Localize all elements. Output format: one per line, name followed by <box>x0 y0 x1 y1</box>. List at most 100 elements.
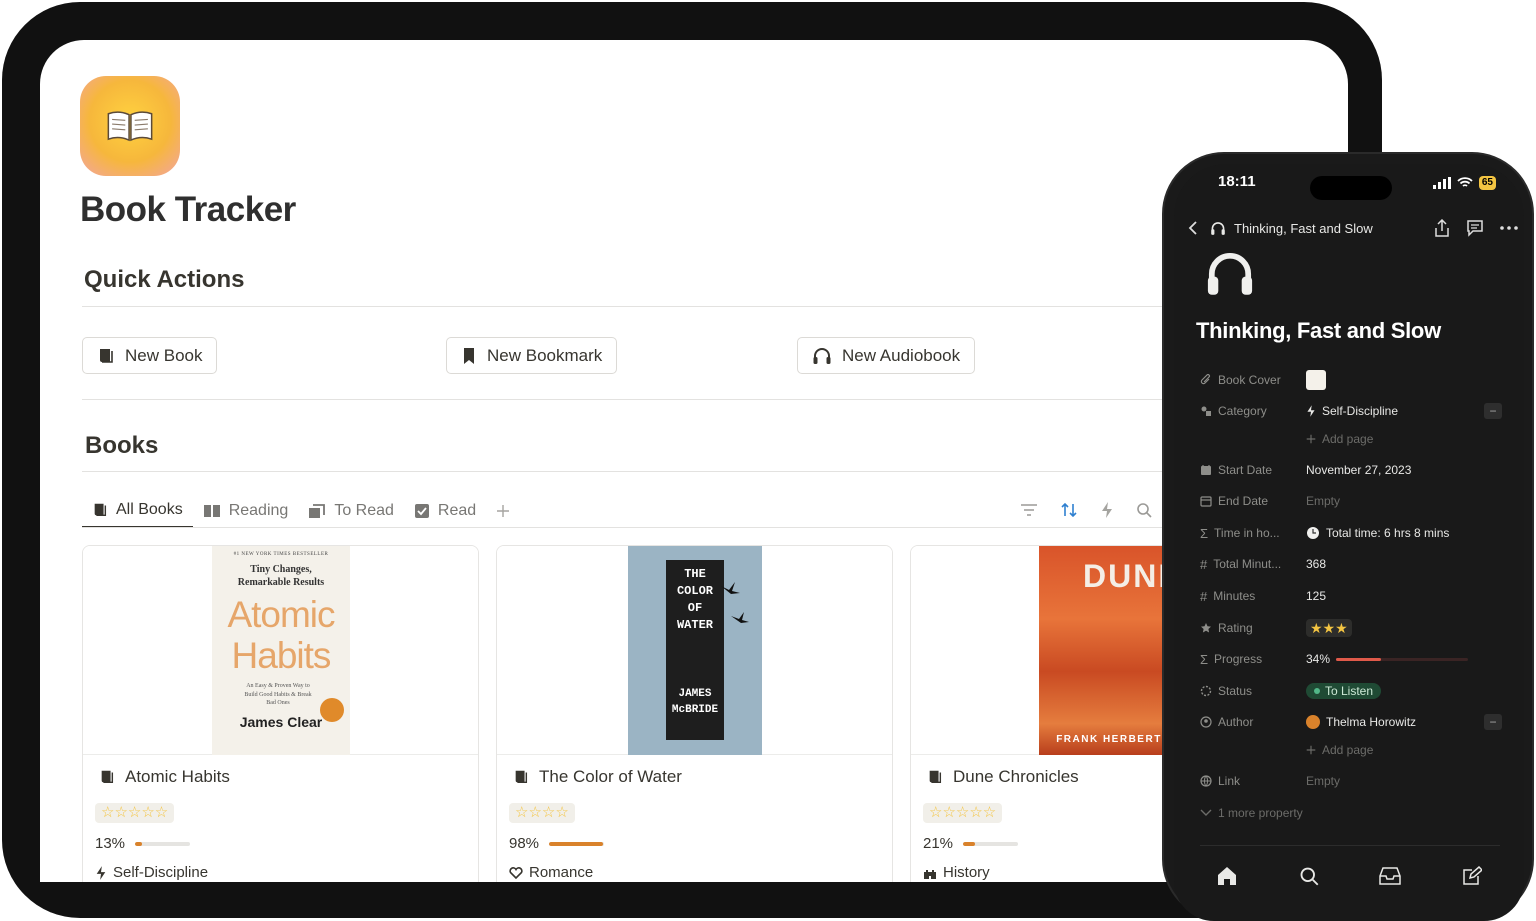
property-label: Category <box>1200 404 1306 418</box>
more-properties-label: 1 more property <box>1218 806 1303 820</box>
property-label: Σ Time in ho... <box>1200 526 1306 541</box>
more-icon[interactable] <box>1500 226 1518 230</box>
progress-fill <box>1336 657 1381 661</box>
property-label: Start Date <box>1200 463 1306 477</box>
new-audiobook-button[interactable]: New Audiobook <box>797 337 976 374</box>
status-bar-time: 18:11 <box>1218 173 1256 190</box>
property-book-cover[interactable]: Book Cover <box>1200 369 1510 391</box>
divider <box>82 471 1348 472</box>
total-minutes-value[interactable]: 368 <box>1306 557 1326 571</box>
remove-relation-button[interactable]: − <box>1484 403 1502 419</box>
property-rating[interactable]: Rating ★★★ <box>1200 617 1510 639</box>
author-value[interactable]: Thelma Horowitz <box>1326 715 1416 729</box>
minutes-value[interactable]: 125 <box>1306 589 1326 603</box>
clock-icon <box>1307 527 1319 539</box>
add-page-link[interactable]: Add page <box>1306 432 1373 446</box>
view-toolbar <box>1020 495 1152 525</box>
property-label-text: Minutes <box>1213 589 1256 603</box>
property-progress[interactable]: Σ Progress 34% <box>1200 648 1510 670</box>
new-bookmark-label: New Bookmark <box>487 345 603 365</box>
category-label: Romance <box>529 864 594 881</box>
chevron-down-icon <box>1200 809 1212 816</box>
home-icon[interactable] <box>1216 866 1238 886</box>
add-page-link[interactable]: Add page <box>1306 743 1373 757</box>
phone-tab-bar <box>1174 856 1524 896</box>
back-chevron-icon[interactable] <box>1188 220 1198 236</box>
book-card-atomic-habits[interactable]: #1 NEW YORK TIMES BESTSELLER Tiny Change… <box>82 545 479 882</box>
more-properties-toggle[interactable]: 1 more property <box>1200 802 1510 824</box>
remove-relation-button[interactable]: − <box>1484 714 1502 730</box>
status-badge[interactable]: To Listen <box>1306 683 1382 699</box>
category-value[interactable]: Self-Discipline <box>1322 404 1398 418</box>
tab-read[interactable]: Read <box>404 493 486 528</box>
sort-icon[interactable] <box>1060 502 1078 518</box>
property-total-minutes[interactable]: # Total Minut... 368 <box>1200 553 1510 575</box>
progress-fill <box>135 841 143 846</box>
compose-icon[interactable] <box>1462 866 1482 886</box>
property-minutes[interactable]: # Minutes 125 <box>1200 585 1510 607</box>
link-value[interactable]: Empty <box>1306 774 1340 788</box>
search-icon[interactable] <box>1299 866 1319 886</box>
property-end-date[interactable]: End Date Empty <box>1200 490 1510 512</box>
property-label-text: Status <box>1218 684 1253 698</box>
cover-author: FRANK HERBERT <box>1056 734 1162 745</box>
hash-icon: # <box>1200 556 1208 572</box>
book-cover-thumbnail[interactable] <box>1306 370 1326 390</box>
property-time-in-hours[interactable]: Σ Time in ho... Total time: 6 hrs 8 mins <box>1200 522 1510 544</box>
book-icon <box>101 770 114 784</box>
rating-value[interactable]: ★★★ <box>1306 619 1352 637</box>
category-add-page[interactable]: Add page <box>1200 428 1510 450</box>
start-date-value[interactable]: November 27, 2023 <box>1306 463 1411 477</box>
open-book-icon <box>107 111 153 142</box>
author-add-page[interactable]: Add page <box>1200 739 1510 761</box>
tab-all-books[interactable]: All Books <box>82 493 193 528</box>
book-icon <box>929 770 942 784</box>
calendar-icon <box>1200 496 1212 507</box>
plus-icon <box>1306 434 1316 444</box>
property-category[interactable]: Category Self-Discipline − <box>1200 400 1510 422</box>
property-label-text: Link <box>1218 774 1241 788</box>
card-category: Self-Discipline <box>95 864 208 881</box>
progress-text: 21% <box>923 835 954 852</box>
new-book-label: New Book <box>125 345 203 365</box>
bookmark-icon <box>464 347 474 364</box>
add-view-button[interactable] <box>486 493 520 528</box>
tab-to-read[interactable]: To Read <box>298 493 404 528</box>
end-date-value[interactable]: Empty <box>1306 494 1340 508</box>
share-icon[interactable] <box>1434 219 1450 237</box>
property-status[interactable]: Status To Listen <box>1200 680 1510 702</box>
property-label: Σ Progress <box>1200 652 1306 667</box>
filter-icon[interactable] <box>1020 503 1038 517</box>
comment-icon[interactable] <box>1466 219 1484 237</box>
card-title-row: Dune Chronicles <box>927 767 1079 787</box>
phone-nav-title: Thinking, Fast and Slow <box>1234 220 1373 236</box>
tablet-screen: Book Tracker Quick Actions New Book New … <box>40 40 1348 882</box>
property-link[interactable]: Link Empty <box>1200 770 1510 792</box>
card-progress: 98% <box>509 835 605 852</box>
book-card-the-color-of-water[interactable]: THE COLOR OF WATER JAMES McBRIDE The Col… <box>496 545 893 882</box>
quick-actions-heading: Quick Actions <box>84 266 245 293</box>
headphones-icon <box>1207 253 1253 295</box>
star-icon <box>1201 623 1211 633</box>
progress-bar <box>549 841 605 846</box>
status-text: To Listen <box>1325 684 1374 698</box>
dynamic-island <box>1310 176 1392 200</box>
cover-author: JAMES McBRIDE <box>666 686 724 718</box>
property-label-text: Rating <box>1218 621 1253 635</box>
property-label: Link <box>1200 774 1306 788</box>
search-icon[interactable] <box>1136 502 1152 518</box>
cover-title-line1: Atomic <box>227 594 335 635</box>
new-bookmark-button[interactable]: New Bookmark <box>446 337 618 374</box>
lightning-icon[interactable] <box>1100 501 1114 519</box>
tab-reading[interactable]: Reading <box>193 493 299 528</box>
new-book-button[interactable]: New Book <box>82 337 218 374</box>
property-start-date[interactable]: Start Date November 27, 2023 <box>1200 459 1510 481</box>
heart-icon <box>509 866 523 879</box>
inbox-icon[interactable] <box>1379 867 1401 885</box>
sigma-icon: Σ <box>1200 525 1209 541</box>
card-progress: 13% <box>95 835 191 852</box>
property-label: # Minutes <box>1200 589 1306 604</box>
property-author[interactable]: Author Thelma Horowitz − <box>1200 711 1510 733</box>
card-category: Romance <box>509 864 593 881</box>
sigma-icon: Σ <box>1200 651 1209 667</box>
